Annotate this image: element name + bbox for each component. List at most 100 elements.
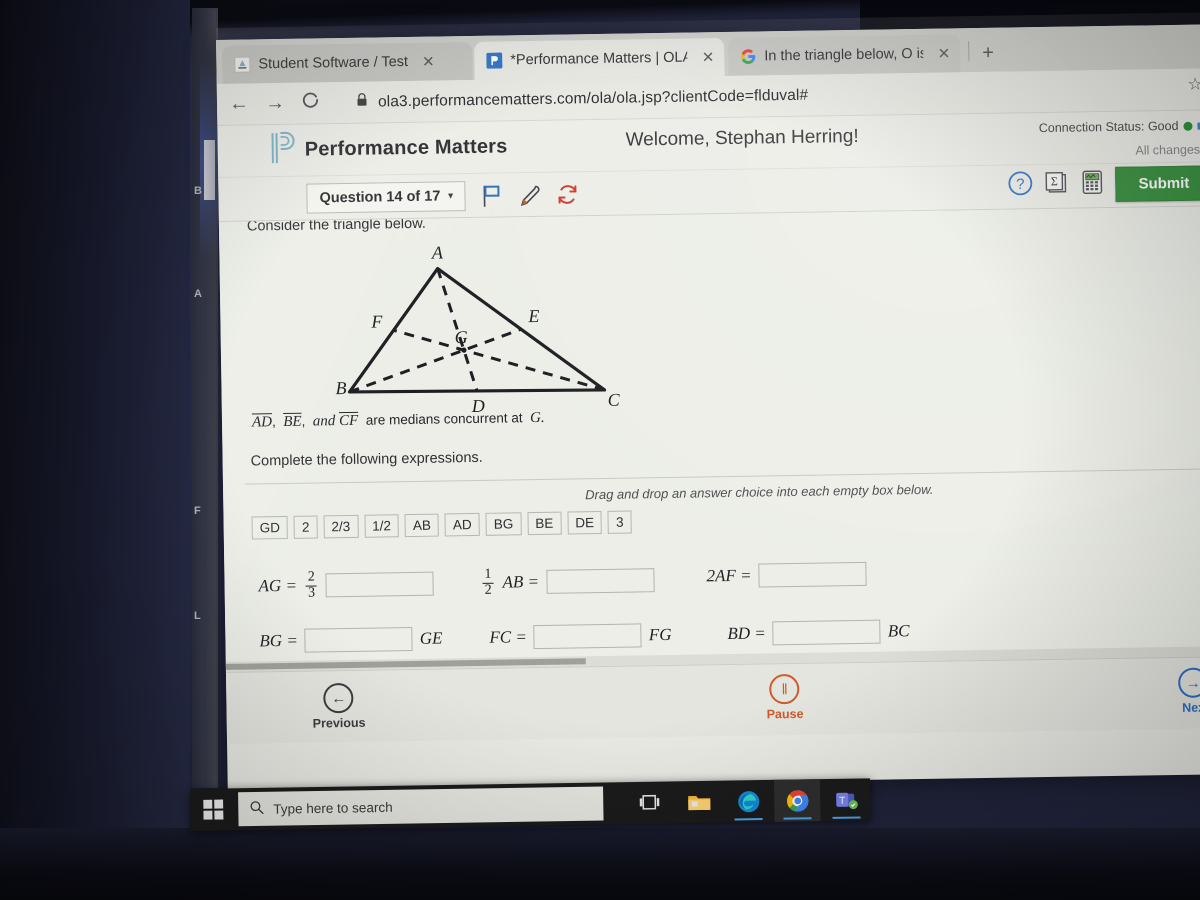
answer-choice[interactable]: GD bbox=[251, 515, 289, 540]
fraction-one-half: 1 2 bbox=[482, 566, 494, 599]
expression-rhs: GE bbox=[419, 628, 443, 648]
rail-letter-l: L bbox=[194, 610, 201, 622]
task-view-icon[interactable] bbox=[627, 781, 674, 824]
answer-choice[interactable]: BG bbox=[485, 512, 522, 536]
autosave-status: All changes s bbox=[1135, 142, 1200, 158]
answer-choice[interactable]: AB bbox=[404, 513, 440, 538]
calculator-icon[interactable] bbox=[1079, 169, 1105, 200]
close-icon[interactable]: ✕ bbox=[702, 48, 715, 66]
answer-choice[interactable]: 1/2 bbox=[364, 514, 400, 538]
answer-choice[interactable]: AD bbox=[444, 512, 480, 537]
browser-tab-performance-matters[interactable]: *Performance Matters | OLA ✕ bbox=[474, 38, 725, 80]
svg-text:T: T bbox=[839, 796, 845, 807]
median-statement-text: are medians concurrent at bbox=[365, 410, 523, 428]
previous-button[interactable]: ← Previous bbox=[312, 682, 366, 731]
answer-choice[interactable]: 2 bbox=[293, 515, 318, 539]
search-input[interactable]: Type here to search bbox=[238, 786, 604, 827]
microsoft-teams-icon[interactable]: T bbox=[823, 778, 870, 821]
connection-status-text: Connection Status: Good bbox=[1038, 118, 1179, 136]
file-explorer-icon[interactable] bbox=[676, 781, 723, 824]
search-icon bbox=[249, 800, 264, 818]
close-icon[interactable]: ✕ bbox=[422, 53, 435, 71]
drag-and-drop-tip: Drag and drop an answer choice into each… bbox=[585, 481, 934, 503]
chevron-down-icon: ▾ bbox=[448, 190, 453, 201]
triangle-medians-diagram: A B C D E F G bbox=[237, 238, 621, 439]
expression-ag: AG = 2 3 bbox=[258, 569, 435, 602]
browser-tab-title: In the triangle below, O is the ce bbox=[764, 45, 924, 65]
arrow-left-icon: ← bbox=[323, 682, 354, 714]
search-placeholder: Type here to search bbox=[273, 799, 393, 817]
expression-lhs: BG = bbox=[259, 630, 298, 651]
help-icon[interactable]: ? bbox=[1007, 170, 1033, 201]
expression-bd: BD = BC bbox=[727, 619, 910, 646]
svg-text:F: F bbox=[370, 311, 383, 331]
answer-drop-box[interactable] bbox=[758, 561, 867, 588]
google-icon bbox=[740, 49, 756, 65]
fraction-numerator: 1 bbox=[484, 566, 492, 582]
app-logo: Performance Matters bbox=[269, 127, 508, 170]
fraction-numerator: 2 bbox=[307, 569, 315, 585]
google-chrome-icon[interactable] bbox=[773, 779, 821, 822]
svg-text:G: G bbox=[455, 327, 468, 347]
question-right-tools: ? Σ Submit bbox=[1007, 165, 1200, 203]
bookmark-star-icon[interactable]: ☆ bbox=[1187, 75, 1200, 95]
reload-icon[interactable] bbox=[301, 90, 320, 115]
microsoft-edge-icon[interactable] bbox=[725, 780, 772, 823]
next-label: Nex bbox=[1182, 700, 1200, 715]
close-icon[interactable]: ✕ bbox=[938, 44, 951, 62]
pause-label: Pause bbox=[766, 706, 804, 722]
new-tab-button[interactable]: + bbox=[982, 42, 994, 65]
svg-text:B: B bbox=[335, 378, 346, 398]
expression-fc: FC = FG bbox=[489, 623, 672, 650]
chrome-browser-window: Student Software / Test ✕ *Performance M… bbox=[216, 24, 1200, 790]
expression-row-1: AG = 2 3 1 2 AB = 2AF = bbox=[248, 556, 1200, 602]
rail-letter-b: B bbox=[194, 185, 202, 197]
back-icon[interactable]: ← bbox=[229, 92, 249, 115]
expression-lhs: AB = bbox=[502, 572, 540, 592]
answer-drop-box[interactable] bbox=[772, 619, 881, 646]
highlighter-icon[interactable] bbox=[518, 182, 542, 206]
question-selector[interactable]: Question 14 of 17 ▾ bbox=[306, 180, 467, 214]
question-bottom-nav: ← Previous ‖ Pause → Nex bbox=[225, 656, 1200, 744]
padlock-icon bbox=[356, 93, 368, 112]
fraction-denominator: 3 bbox=[305, 585, 318, 602]
answer-choice[interactable]: DE bbox=[567, 510, 603, 535]
windows-start-icon[interactable] bbox=[190, 788, 237, 831]
fraction-denominator: 2 bbox=[482, 582, 494, 599]
answer-choice[interactable]: 3 bbox=[607, 510, 632, 534]
answer-drop-box[interactable] bbox=[545, 568, 655, 595]
expression-row-2: BG = GE FC = FG BD = BC bbox=[249, 614, 1200, 653]
answer-drop-box[interactable] bbox=[533, 623, 643, 650]
svg-text:A: A bbox=[431, 242, 444, 262]
complete-instruction: Complete the following expressions. bbox=[250, 449, 483, 470]
segment-cf-label: CF bbox=[338, 412, 359, 430]
svg-text:?: ? bbox=[1016, 176, 1025, 193]
conjunction-and: and bbox=[312, 413, 336, 430]
submit-button[interactable]: Submit bbox=[1115, 165, 1200, 202]
answer-drop-box[interactable] bbox=[304, 626, 414, 653]
segment-ad-label: AD bbox=[251, 414, 273, 431]
browser-tab-student-software[interactable]: Student Software / Test ✕ bbox=[222, 41, 473, 84]
expression-lhs: BD = bbox=[727, 623, 766, 644]
next-button[interactable]: → Nex bbox=[1177, 667, 1200, 715]
answer-drop-box[interactable] bbox=[325, 571, 435, 598]
rail-letter-a: A bbox=[194, 288, 202, 300]
answer-choice-list: GD 2 2/3 1/2 AB AD BG BE DE 3 bbox=[251, 510, 632, 540]
answer-choice[interactable]: 2/3 bbox=[323, 514, 359, 539]
question-tools bbox=[482, 182, 580, 208]
pause-icon: ‖ bbox=[769, 673, 800, 705]
performance-matters-p-logo bbox=[269, 131, 296, 170]
pause-button[interactable]: ‖ Pause bbox=[766, 673, 804, 722]
rail-letter-f: F bbox=[194, 505, 201, 517]
url-text[interactable]: ola3.performancematters.com/ola/ola.jsp?… bbox=[378, 86, 808, 111]
flag-icon[interactable] bbox=[482, 183, 504, 207]
centroid-label: G. bbox=[529, 409, 545, 427]
forward-icon[interactable]: → bbox=[265, 92, 285, 115]
reset-icon[interactable] bbox=[556, 182, 580, 206]
browser-tab-google-search[interactable]: In the triangle below, O is the ce ✕ bbox=[728, 34, 961, 76]
fraction-two-thirds: 2 3 bbox=[305, 569, 318, 602]
expression-rhs: BC bbox=[887, 621, 910, 641]
expression-2af: 2AF = bbox=[706, 561, 867, 589]
answer-choice[interactable]: BE bbox=[527, 511, 562, 536]
formula-sheet-icon[interactable]: Σ bbox=[1043, 170, 1069, 201]
